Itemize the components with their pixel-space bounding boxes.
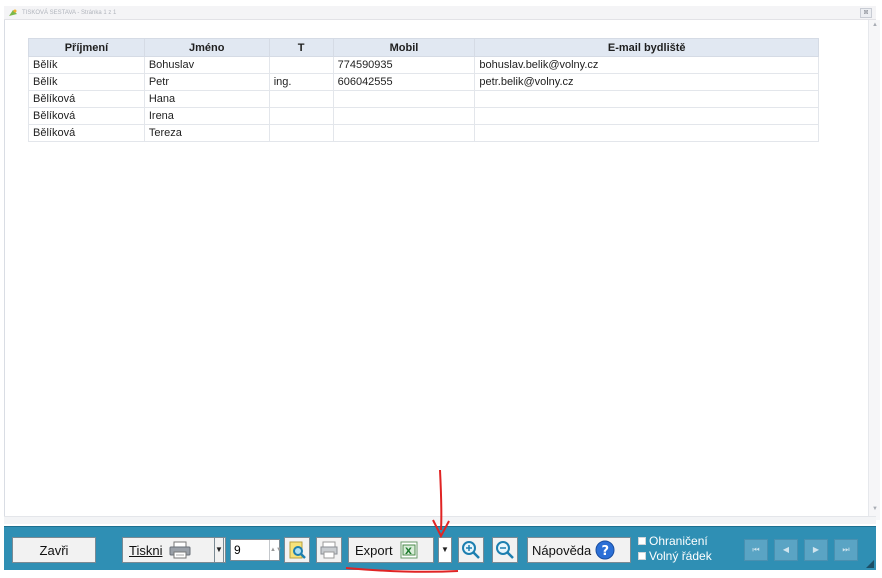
scroll-up-icon[interactable]: ▲ xyxy=(872,22,878,28)
window-close-button[interactable]: ⊠ xyxy=(860,8,872,18)
previous-page-button[interactable]: ◀ xyxy=(774,539,798,561)
cell-firstname: Petr xyxy=(143,73,270,91)
zoom-out-button[interactable] xyxy=(492,537,518,563)
border-checkbox-label: Ohraničení xyxy=(649,534,708,548)
print-options-dropdown[interactable]: ▼ xyxy=(214,537,224,563)
copies-spinner-icon[interactable]: ▲▼ xyxy=(269,540,282,560)
zoom-out-icon xyxy=(496,541,514,559)
cell-mobile xyxy=(332,107,476,125)
page-setup-button[interactable] xyxy=(316,537,342,563)
cell-email xyxy=(474,124,819,142)
vertical-scrollbar[interactable]: ▲ ▼ xyxy=(868,20,880,520)
excel-icon: X xyxy=(400,541,418,559)
cell-email: petr.belik@volny.cz xyxy=(474,73,819,91)
table-row: Bělík Petr ing. 606042555 petr.belik@vol… xyxy=(28,73,819,91)
page-setup-icon xyxy=(320,541,338,559)
cell-title xyxy=(268,107,334,125)
column-header-title: T xyxy=(268,38,334,57)
cell-title: ing. xyxy=(268,73,334,91)
cell-surname: Bělíková xyxy=(28,107,145,125)
app-icon xyxy=(9,9,17,16)
help-button-label: Nápověda xyxy=(532,542,592,558)
cell-email xyxy=(474,107,819,125)
copies-input[interactable]: 9 ▲▼ xyxy=(230,539,282,561)
zoom-in-button[interactable] xyxy=(458,537,484,563)
last-page-button[interactable]: ⏭ xyxy=(834,539,858,561)
first-page-button[interactable]: ⏮ xyxy=(744,539,768,561)
copies-value: 9 xyxy=(234,543,241,557)
cell-surname: Bělík xyxy=(28,73,145,91)
horizontal-scrollbar[interactable] xyxy=(4,516,876,524)
cell-title xyxy=(268,124,334,142)
table-row: Bělíková Irena xyxy=(28,107,819,125)
blank-row-checkbox[interactable]: Volný řádek xyxy=(638,549,712,563)
cell-surname: Bělík xyxy=(28,56,145,74)
cell-mobile xyxy=(332,90,476,108)
blank-row-checkbox-box[interactable] xyxy=(638,552,646,560)
column-header-mobile: Mobil xyxy=(332,38,476,57)
border-checkbox[interactable]: Ohraničení xyxy=(638,534,708,548)
next-page-button[interactable]: ▶ xyxy=(804,539,828,561)
cell-surname: Bělíková xyxy=(28,90,145,108)
svg-text:?: ? xyxy=(602,544,610,559)
print-preview-window: TISKOVÁ SESTAVA - Stránka 1 z 1 ⊠ ▲ ▼ Př… xyxy=(0,0,882,578)
column-header-surname: Příjmení xyxy=(28,38,145,57)
table-row: Bělíková Tereza xyxy=(28,124,819,142)
table-row: Bělíková Hana xyxy=(28,90,819,108)
cell-title xyxy=(268,56,334,74)
print-preview-icon xyxy=(289,541,306,559)
cell-email: bohuslav.belik@volny.cz xyxy=(474,56,819,74)
cell-mobile: 774590935 xyxy=(332,56,476,74)
scroll-down-icon[interactable]: ▼ xyxy=(872,506,878,512)
column-header-firstname: Jméno xyxy=(143,38,270,57)
cell-email xyxy=(474,90,819,108)
cell-title xyxy=(268,90,334,108)
print-button-label: Tiskni xyxy=(129,542,163,558)
resize-grip-icon[interactable] xyxy=(866,560,874,568)
report-table: Příjmení Jméno T Mobil E-mail bydliště B… xyxy=(28,38,819,142)
printer-icon xyxy=(169,541,191,559)
export-format-dropdown[interactable]: ▼ xyxy=(438,537,452,563)
print-button[interactable]: Tiskni xyxy=(122,537,226,563)
cell-firstname: Hana xyxy=(143,90,270,108)
close-button[interactable]: Zavři xyxy=(12,537,96,563)
title-bar: TISKOVÁ SESTAVA - Stránka 1 z 1 ⊠ xyxy=(4,6,876,20)
cell-firstname: Bohuslav xyxy=(143,56,270,74)
window-title: TISKOVÁ SESTAVA - Stránka 1 z 1 xyxy=(22,10,117,16)
export-button-label: Export xyxy=(355,542,393,558)
cell-mobile: 606042555 xyxy=(332,73,476,91)
cell-firstname: Irena xyxy=(143,107,270,125)
table-header-row: Příjmení Jméno T Mobil E-mail bydliště xyxy=(28,38,819,57)
export-button[interactable]: Export X xyxy=(348,537,434,563)
cell-surname: Bělíková xyxy=(28,124,145,142)
svg-text:X: X xyxy=(405,547,412,557)
border-checkbox-box[interactable] xyxy=(638,537,646,545)
bottom-toolbar: Zavři Tiskni ▼ 9 ▲▼ Export X ▼ Nápověda … xyxy=(4,526,876,570)
cell-firstname: Tereza xyxy=(143,124,270,142)
column-header-email: E-mail bydliště xyxy=(474,38,819,57)
help-icon: ? xyxy=(595,540,615,560)
help-button[interactable]: Nápověda ? xyxy=(527,537,631,563)
print-preview-button[interactable] xyxy=(284,537,310,563)
zoom-in-icon xyxy=(462,541,480,559)
blank-row-checkbox-label: Volný řádek xyxy=(649,549,712,563)
cell-mobile xyxy=(332,124,476,142)
table-row: Bělík Bohuslav 774590935 bohuslav.belik@… xyxy=(28,56,819,74)
